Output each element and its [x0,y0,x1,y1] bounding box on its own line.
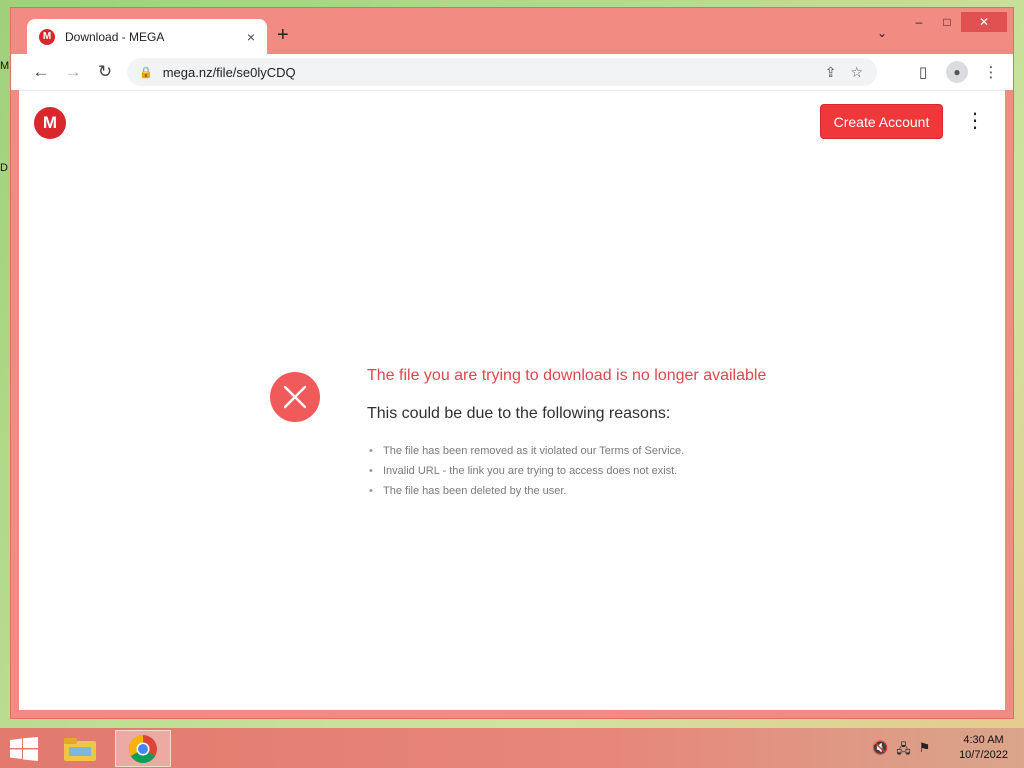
create-account-button[interactable]: Create Account [820,104,943,139]
tab-strip: M Download - MEGA × + ⌄ – □ ✕ [11,8,1013,54]
error-subtitle: This could be due to the following reaso… [367,405,671,422]
close-window-button[interactable]: ✕ [961,12,1007,32]
network-icon[interactable]: 🖧 [896,740,911,762]
chrome-taskbar-icon[interactable] [115,730,171,767]
tab-search-chevron-icon[interactable]: ⌄ [877,26,887,40]
reload-button[interactable]: ↻ [89,56,121,88]
system-tray: 🔇 🖧 ⚑ [872,740,930,762]
share-icon[interactable]: ⇪ [825,64,837,81]
desktop-icon-label: D [0,162,8,174]
url-text[interactable]: mega.nz/file/se0lyCDQ [163,65,825,80]
taskbar-clock[interactable]: 4:30 AM 10/7/2022 [959,733,1008,763]
list-item: The file has been deleted by the user. [369,481,684,501]
clock-date: 10/7/2022 [959,749,1008,761]
file-explorer-icon[interactable] [52,730,108,767]
page-content: M Create Account ⋮ The file you are tryi… [19,90,1005,710]
minimize-button[interactable]: – [905,12,933,32]
forward-button[interactable]: → [57,56,89,88]
desktop-icon-label: M [0,60,10,72]
browser-window: M Download - MEGA × + ⌄ – □ ✕ ← → ↻ 🔒 me… [10,7,1014,719]
profile-button[interactable]: ● [945,58,969,86]
close-tab-icon[interactable]: × [247,29,255,45]
browser-menu-icon[interactable]: ⋮ [979,58,1003,86]
windows-start-icon[interactable] [10,737,38,761]
new-tab-button[interactable]: + [277,24,289,47]
address-bar[interactable]: 🔒 mega.nz/file/se0lyCDQ ⇪ ☆ [127,58,877,86]
lock-icon[interactable]: 🔒 [139,66,153,79]
taskbar: 🔇 🖧 ⚑ 4:30 AM 10/7/2022 [0,728,1024,768]
back-button[interactable]: ← [25,56,57,88]
mega-logo-icon[interactable]: M [34,107,66,139]
clock-time: 4:30 AM [963,734,1004,746]
list-item: Invalid URL - the link you are trying to… [369,461,684,481]
tab-title: Download - MEGA [65,29,165,44]
volume-muted-icon[interactable]: 🔇 [872,740,888,762]
tab-download-mega[interactable]: M Download - MEGA × [27,19,267,54]
bookmark-star-icon[interactable]: ☆ [850,64,863,81]
browser-toolbar: ← → ↻ 🔒 mega.nz/file/se0lyCDQ ⇪ ☆ ▯ ● ⋮ [11,54,1013,90]
more-menu-icon[interactable]: ⋮ [965,111,985,131]
profile-avatar-icon: ● [946,61,968,83]
error-x-icon [270,372,320,422]
reasons-list: The file has been removed as it violated… [369,441,684,501]
action-center-flag-icon[interactable]: ⚑ [919,740,931,762]
mega-favicon-icon: M [39,28,55,45]
side-panel-icon[interactable]: ▯ [911,58,935,86]
error-title: The file you are trying to download is n… [367,367,767,384]
maximize-button[interactable]: □ [933,12,961,32]
list-item: The file has been removed as it violated… [369,441,684,461]
